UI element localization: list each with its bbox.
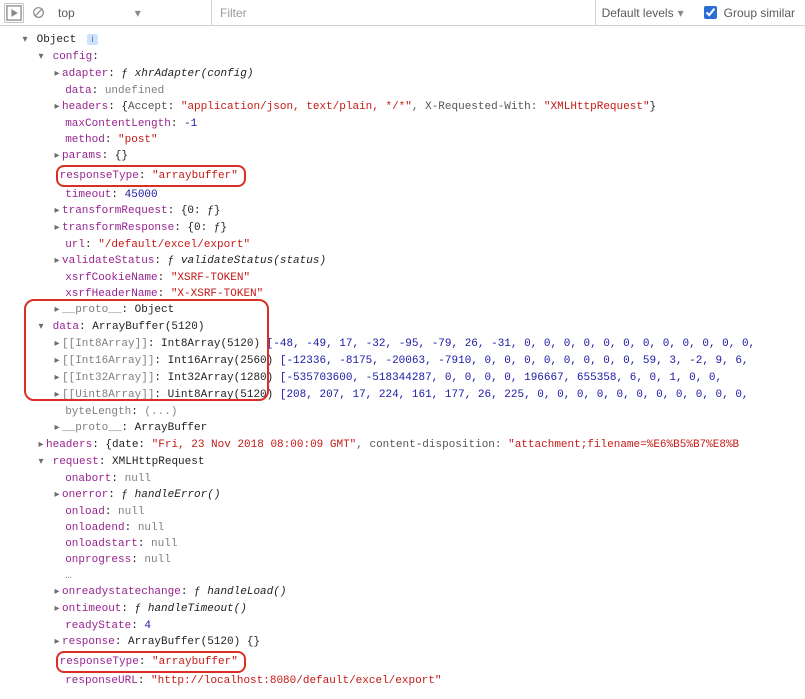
- tree-node[interactable]: headers: {date: "Fri, 23 Nov 2018 08:00:…: [4, 437, 801, 454]
- context-selector[interactable]: top ▾: [52, 0, 212, 25]
- expand-toggle[interactable]: [52, 66, 62, 83]
- tree-leaf: onabort: null: [4, 471, 801, 487]
- tree-leaf: …: [4, 568, 801, 584]
- chevron-down-icon: ▾: [135, 6, 141, 20]
- tree-leaf: readyState: 4: [4, 618, 801, 634]
- console-output: Object i config: adapter: ƒ xhrAdapter(c…: [0, 26, 805, 699]
- context-selector-label: top: [58, 6, 75, 20]
- info-icon[interactable]: i: [87, 34, 98, 45]
- tree-node[interactable]: transformRequest: {0: ƒ}: [4, 203, 801, 220]
- expand-toggle[interactable]: [52, 148, 62, 165]
- tree-node[interactable]: onreadystatechange: ƒ handleLoad(): [4, 584, 801, 601]
- expand-toggle[interactable]: [52, 387, 62, 404]
- tree-node[interactable]: transformResponse: {0: ƒ}: [4, 220, 801, 237]
- tree-node-config[interactable]: config:: [4, 49, 801, 66]
- tree-node[interactable]: [[Int16Array]]: Int16Array(2560) [-12336…: [4, 353, 801, 370]
- tree-node[interactable]: headers: {Accept: "application/json, tex…: [4, 99, 801, 116]
- tree-node[interactable]: onerror: ƒ handleError(): [4, 487, 801, 504]
- tree-node-request[interactable]: request: XMLHttpRequest: [4, 454, 801, 471]
- tree-node[interactable]: __proto__: ArrayBuffer: [4, 420, 801, 437]
- tree-leaf: maxContentLength: -1: [4, 116, 801, 132]
- expand-toggle[interactable]: [52, 220, 62, 237]
- tree-leaf: xsrfHeaderName: "X-XSRF-TOKEN": [4, 286, 801, 302]
- log-level-selector[interactable]: Default levels ▾: [595, 0, 690, 25]
- tree-leaf-responseType: responseType: "arraybuffer": [4, 651, 801, 673]
- expand-toggle[interactable]: [20, 32, 30, 49]
- tree-leaf: url: "/default/excel/export": [4, 237, 801, 253]
- expand-toggle[interactable]: [52, 370, 62, 387]
- object-label: Object: [37, 34, 77, 46]
- tree-leaf: xsrfCookieName: "XSRF-TOKEN": [4, 270, 801, 286]
- tree-node[interactable]: adapter: ƒ xhrAdapter(config): [4, 66, 801, 83]
- tree-leaf: method: "post": [4, 132, 801, 148]
- highlight-box: responseType: "arraybuffer": [56, 651, 246, 673]
- expand-toggle[interactable]: [36, 437, 46, 454]
- expand-toggle[interactable]: [52, 253, 62, 270]
- tree-node[interactable]: validateStatus: ƒ validateStatus(status): [4, 253, 801, 270]
- filter-input[interactable]: [216, 0, 466, 25]
- execution-context-icon[interactable]: [4, 3, 24, 23]
- tree-node[interactable]: response: ArrayBuffer(5120) {}: [4, 634, 801, 651]
- expand-toggle[interactable]: [52, 584, 62, 601]
- tree-leaf: onloadend: null: [4, 520, 801, 536]
- chevron-down-icon: ▾: [678, 6, 684, 20]
- group-similar-label: Group similar: [724, 6, 795, 20]
- expand-toggle[interactable]: [52, 302, 62, 319]
- tree-node[interactable]: ontimeout: ƒ handleTimeout(): [4, 601, 801, 618]
- highlight-box: responseType: "arraybuffer": [56, 165, 246, 187]
- expand-toggle[interactable]: [52, 420, 62, 437]
- expand-toggle[interactable]: [36, 319, 46, 336]
- expand-toggle[interactable]: [52, 353, 62, 370]
- expand-toggle[interactable]: [36, 49, 46, 66]
- tree-leaf: data: undefined: [4, 83, 801, 99]
- expand-toggle[interactable]: [52, 487, 62, 504]
- expand-toggle[interactable]: [52, 99, 62, 116]
- object-root[interactable]: Object i: [4, 32, 801, 49]
- tree-node[interactable]: [[Uint8Array]]: Uint8Array(5120) [208, 2…: [4, 387, 801, 404]
- tree-leaf: responseURL: "http://localhost:8080/defa…: [4, 673, 801, 689]
- tree-node[interactable]: params: {}: [4, 148, 801, 165]
- tree-node[interactable]: [[Int8Array]]: Int8Array(5120) [-48, -49…: [4, 336, 801, 353]
- tree-node[interactable]: __proto__: Object: [4, 302, 801, 319]
- expand-toggle[interactable]: [52, 634, 62, 651]
- expand-toggle[interactable]: [52, 601, 62, 618]
- log-level-label: Default levels: [602, 6, 674, 20]
- clear-console-icon[interactable]: [28, 6, 48, 19]
- tree-leaf-responseType: responseType: "arraybuffer": [4, 165, 801, 187]
- tree-node-data[interactable]: data: ArrayBuffer(5120): [4, 319, 801, 336]
- console-toolbar: top ▾ Default levels ▾ Group similar: [0, 0, 805, 26]
- tree-leaf[interactable]: byteLength: (...): [4, 404, 801, 420]
- tree-leaf: onprogress: null: [4, 552, 801, 568]
- tree-node[interactable]: [[Int32Array]]: Int32Array(1280) [-53570…: [4, 370, 801, 387]
- tree-leaf: onload: null: [4, 504, 801, 520]
- tree-leaf: onloadstart: null: [4, 536, 801, 552]
- tree-leaf: timeout: 45000: [4, 187, 801, 203]
- group-similar-checkbox[interactable]: [704, 6, 717, 19]
- expand-toggle[interactable]: [52, 203, 62, 220]
- group-similar-toggle[interactable]: Group similar: [694, 0, 801, 25]
- expand-toggle[interactable]: [52, 336, 62, 353]
- expand-toggle[interactable]: [36, 454, 46, 471]
